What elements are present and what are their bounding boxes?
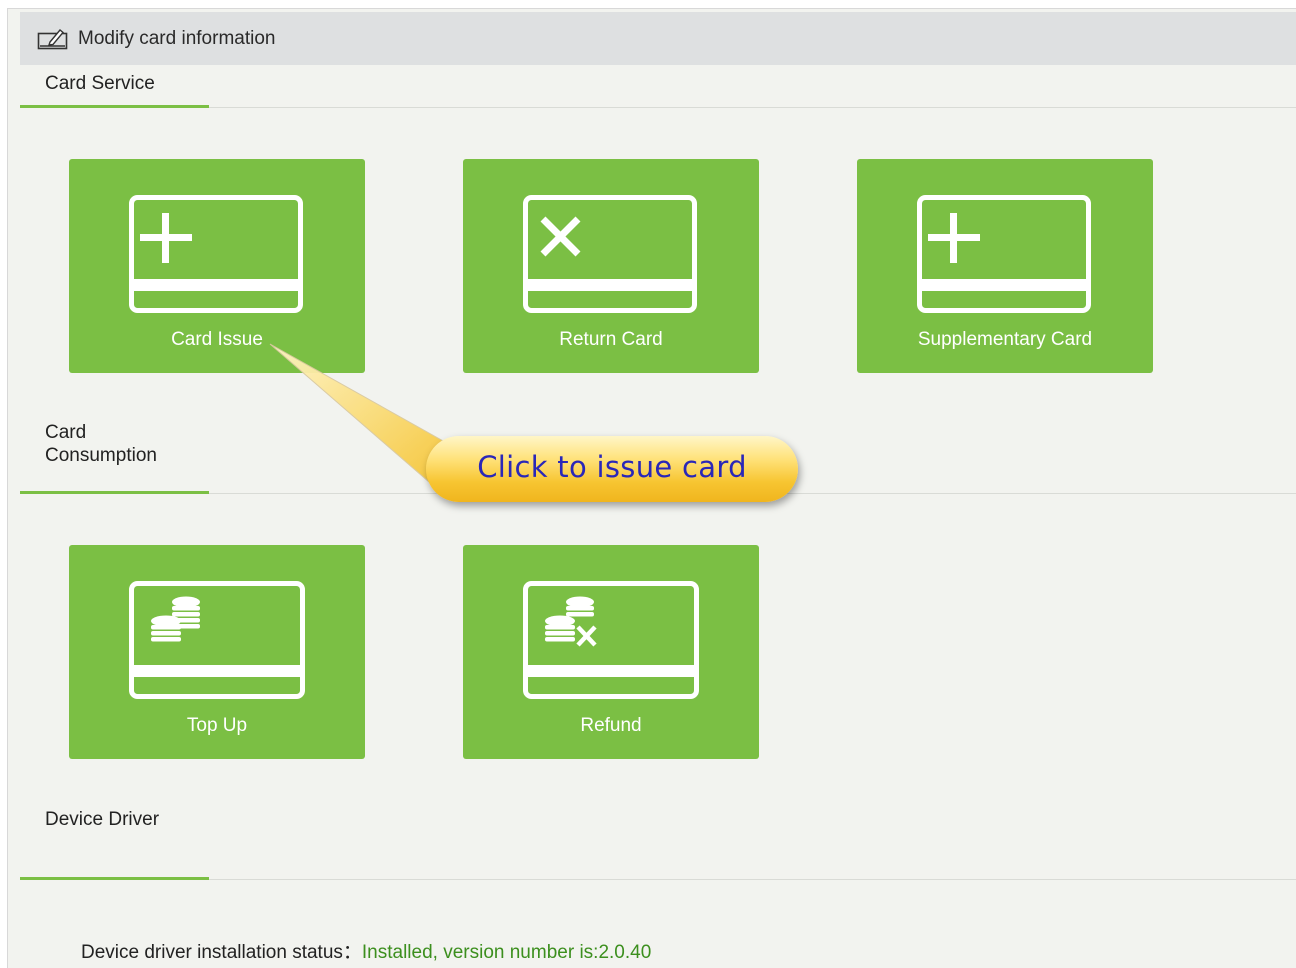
section-underline [20, 105, 209, 108]
supplementary-card-label: Supplementary Card [917, 329, 1093, 350]
card-coins-icon [129, 581, 305, 699]
page-title: Modify card information [78, 28, 276, 49]
section-title-line: Consumption [45, 445, 157, 466]
callout-text: Click to issue card [477, 450, 747, 484]
return-card-label: Return Card [559, 329, 663, 350]
refund-button[interactable]: Refund [463, 545, 759, 759]
driver-status-value: Installed, version number is:2.0.40 [361, 942, 652, 963]
top-up-button[interactable]: Top Up [69, 545, 365, 759]
card-x-icon [523, 195, 697, 313]
section-divider [20, 107, 1296, 108]
section-title-card-service: Card Service [45, 73, 155, 94]
refund-label: Refund [580, 715, 642, 736]
section-title-line: Card [45, 422, 87, 443]
supplementary-card-button[interactable]: Supplementary Card [857, 159, 1153, 373]
section-title-device-driver: Device Driver [45, 809, 160, 830]
header-bar: Modify card information [20, 12, 1296, 65]
card-issue-button[interactable]: Card Issue [69, 159, 365, 373]
top-up-label: Top Up [186, 715, 248, 736]
section-underline [20, 491, 209, 494]
callout-bubble: Click to issue card [426, 436, 798, 502]
card-issue-label: Card Issue [171, 329, 263, 350]
section-underline [20, 877, 209, 880]
card-coins-x-icon [523, 581, 699, 699]
driver-status: Device driver installation status：Instal… [81, 937, 651, 964]
return-card-button[interactable]: Return Card [463, 159, 759, 373]
card-plus-icon [129, 195, 303, 313]
edit-icon [37, 29, 68, 50]
card-plus-icon [917, 195, 1091, 313]
section-divider [20, 879, 1296, 880]
section-title-card-consumption: Card Consumption [45, 421, 157, 467]
driver-status-label: Device driver installation status： [81, 942, 362, 963]
